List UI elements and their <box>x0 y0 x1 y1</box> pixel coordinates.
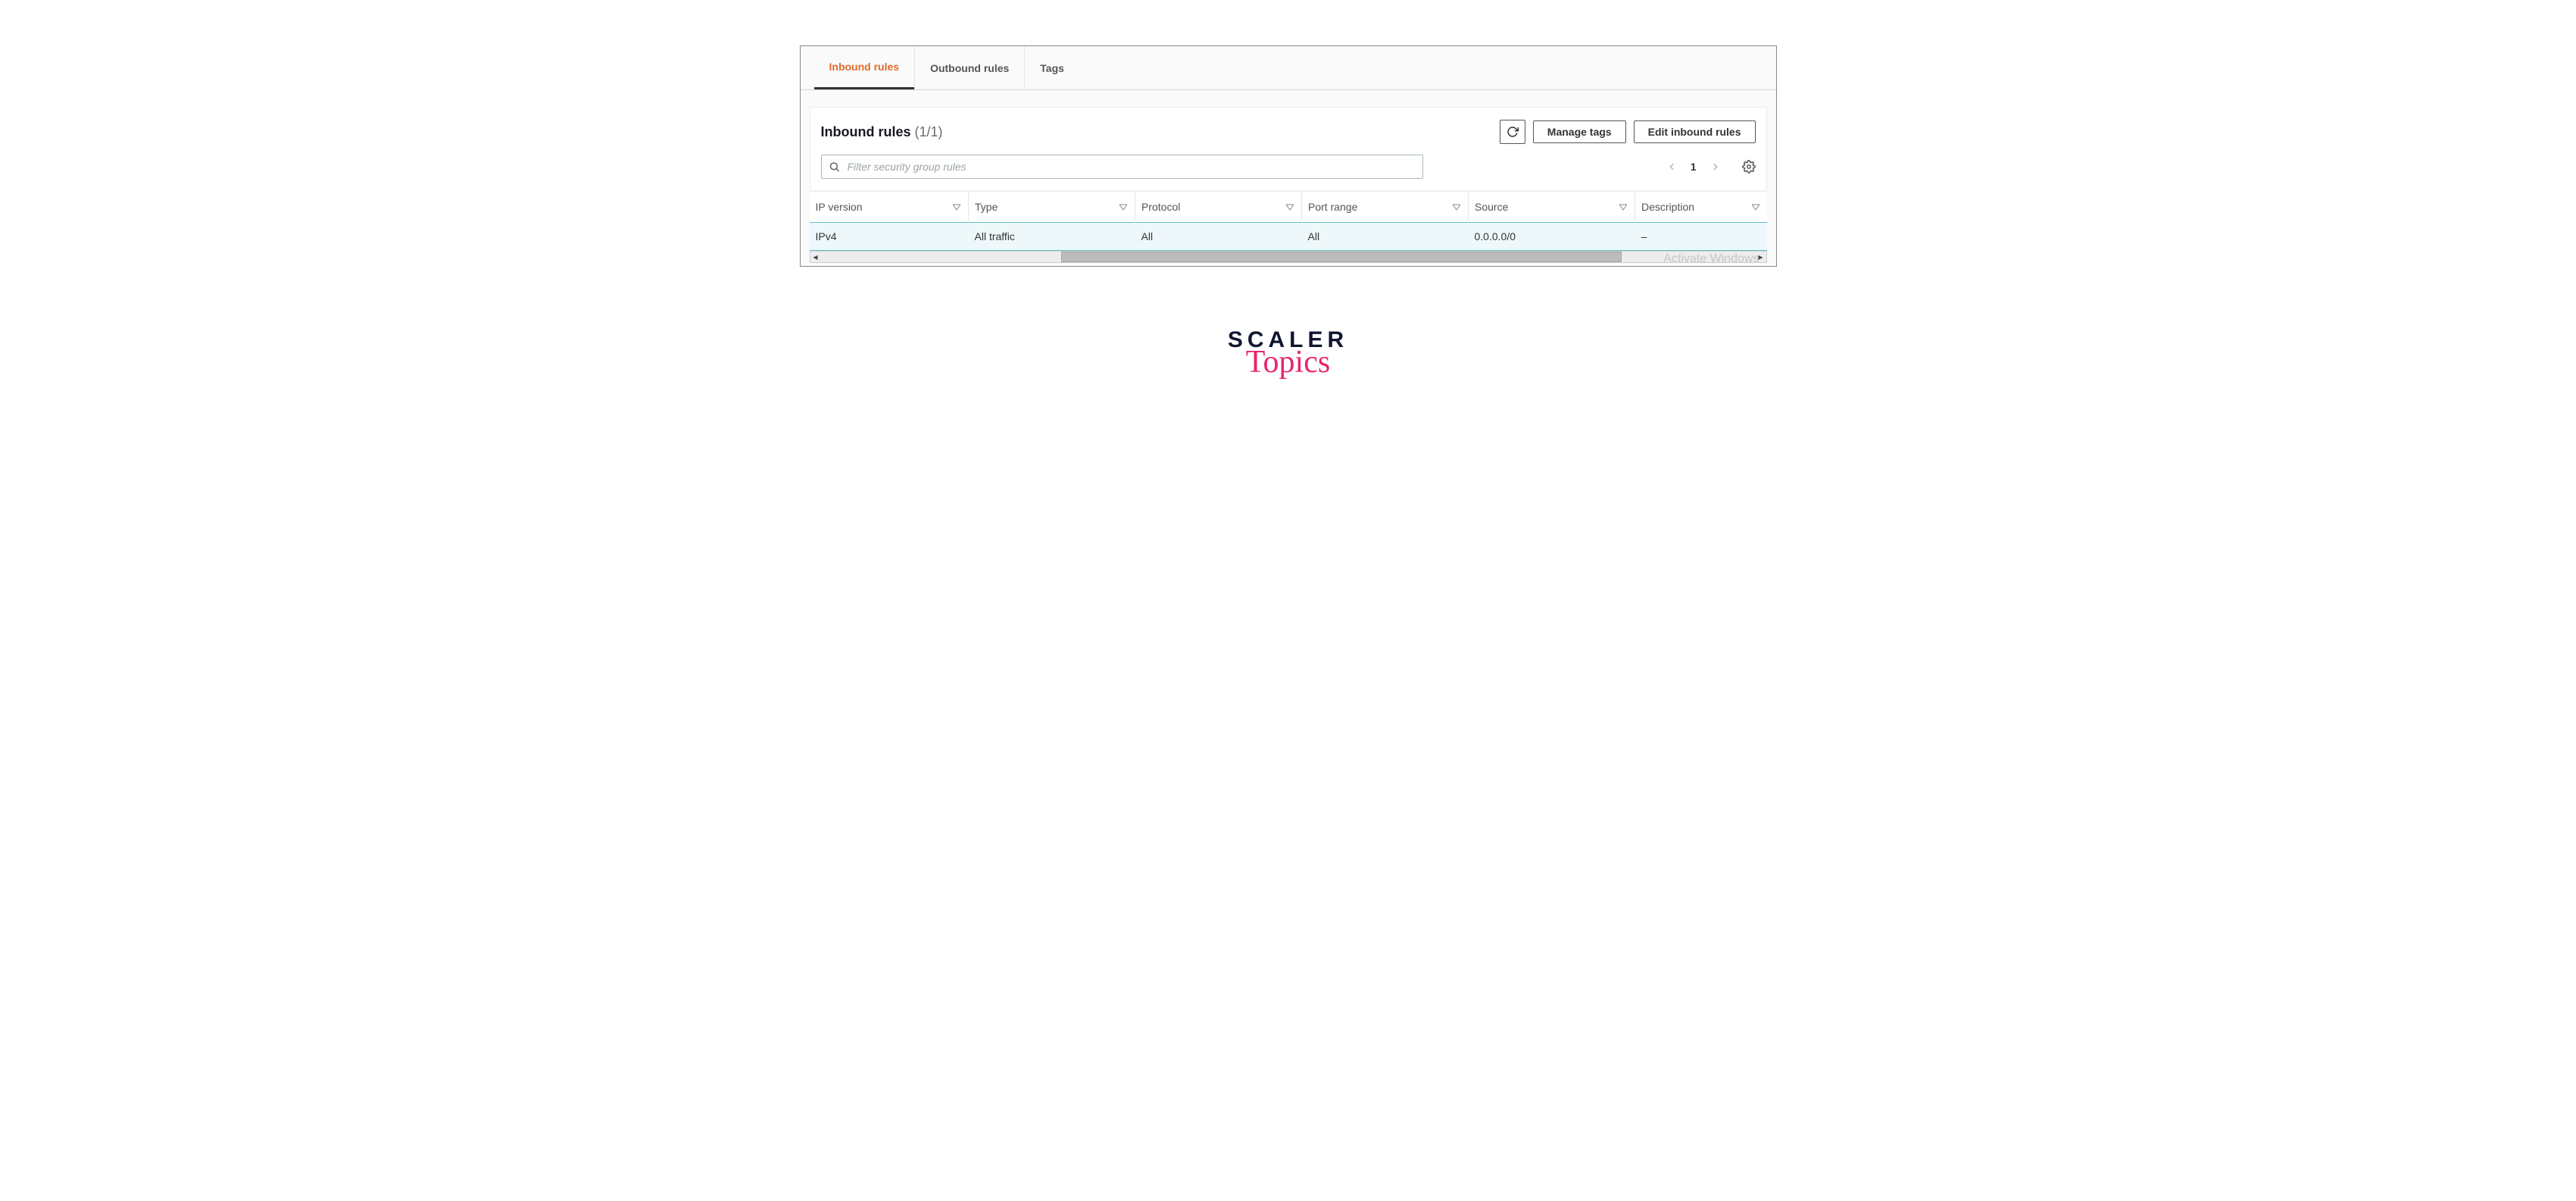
cell-source: 0.0.0.0/0 <box>1469 223 1635 251</box>
col-port-range-label: Port range <box>1308 201 1357 213</box>
sort-icon <box>1119 203 1127 211</box>
section-header: Inbound rules (1/1) Manage tags Edit inb… <box>810 108 1766 155</box>
col-ip-version[interactable]: IP version <box>810 192 969 223</box>
section-actions: Manage tags Edit inbound rules <box>1500 120 1756 144</box>
windows-watermark: Activate Windows <box>1663 252 1759 266</box>
cell-ip-version: IPv4 <box>810 223 969 251</box>
tab-outbound-rules[interactable]: Outbound rules <box>914 46 1024 89</box>
tab-inbound-rules[interactable]: Inbound rules <box>814 46 915 89</box>
col-description-label: Description <box>1641 201 1694 213</box>
tabs-bar: Inbound rules Outbound rules Tags <box>801 46 1776 90</box>
col-description[interactable]: Description <box>1635 192 1767 223</box>
security-group-panel: Inbound rules Outbound rules Tags Inboun… <box>800 45 1777 267</box>
rules-table: IP version Type Protocol Port range Sour… <box>810 192 1767 251</box>
manage-tags-button[interactable]: Manage tags <box>1533 120 1626 143</box>
pager: 1 <box>1666 160 1756 174</box>
page-number: 1 <box>1691 161 1697 173</box>
col-type[interactable]: Type <box>969 192 1135 223</box>
col-type-label: Type <box>975 201 998 213</box>
col-protocol-label: Protocol <box>1141 201 1180 213</box>
refresh-icon <box>1507 126 1519 138</box>
filter-row: 1 <box>810 155 1766 189</box>
section-title-wrap: Inbound rules (1/1) <box>821 124 943 140</box>
edit-inbound-rules-button[interactable]: Edit inbound rules <box>1634 120 1756 143</box>
next-page-icon[interactable] <box>1710 161 1721 172</box>
prev-page-icon[interactable] <box>1666 161 1677 172</box>
sort-icon <box>953 203 960 211</box>
cell-port-range: All <box>1302 223 1469 251</box>
sort-icon <box>1453 203 1460 211</box>
section-title-text: Inbound rules <box>821 124 911 139</box>
scroll-track[interactable] <box>821 252 1756 262</box>
sort-icon <box>1752 203 1759 211</box>
inbound-rules-section: Inbound rules (1/1) Manage tags Edit inb… <box>810 107 1767 189</box>
col-ip-version-label: IP version <box>816 201 863 213</box>
cell-description: – <box>1635 223 1767 251</box>
sort-icon <box>1286 203 1294 211</box>
scroll-thumb[interactable] <box>1061 252 1622 262</box>
rules-table-wrap: IP version Type Protocol Port range Sour… <box>810 191 1767 251</box>
settings-icon[interactable] <box>1742 160 1756 174</box>
col-source-label: Source <box>1475 201 1508 213</box>
filter-input[interactable] <box>821 155 1423 179</box>
col-protocol[interactable]: Protocol <box>1135 192 1302 223</box>
section-count: (1/1) <box>915 124 943 139</box>
table-header-row: IP version Type Protocol Port range Sour… <box>810 192 1767 223</box>
refresh-button[interactable] <box>1500 120 1525 144</box>
horizontal-scrollbar[interactable]: ◀ ▶ <box>810 251 1767 263</box>
scaler-topics-logo: SCALER Topics <box>1228 327 1348 380</box>
search-box <box>821 155 1423 179</box>
col-port-range[interactable]: Port range <box>1302 192 1469 223</box>
scroll-left-arrow[interactable]: ◀ <box>810 252 821 262</box>
table-row[interactable]: IPv4 All traffic All All 0.0.0.0/0 – <box>810 223 1767 251</box>
section-title: Inbound rules (1/1) <box>821 124 943 139</box>
sort-icon <box>1619 203 1627 211</box>
cell-type: All traffic <box>969 223 1135 251</box>
search-icon <box>829 161 840 173</box>
tab-tags[interactable]: Tags <box>1024 46 1079 89</box>
col-source[interactable]: Source <box>1469 192 1635 223</box>
cell-protocol: All <box>1135 223 1302 251</box>
